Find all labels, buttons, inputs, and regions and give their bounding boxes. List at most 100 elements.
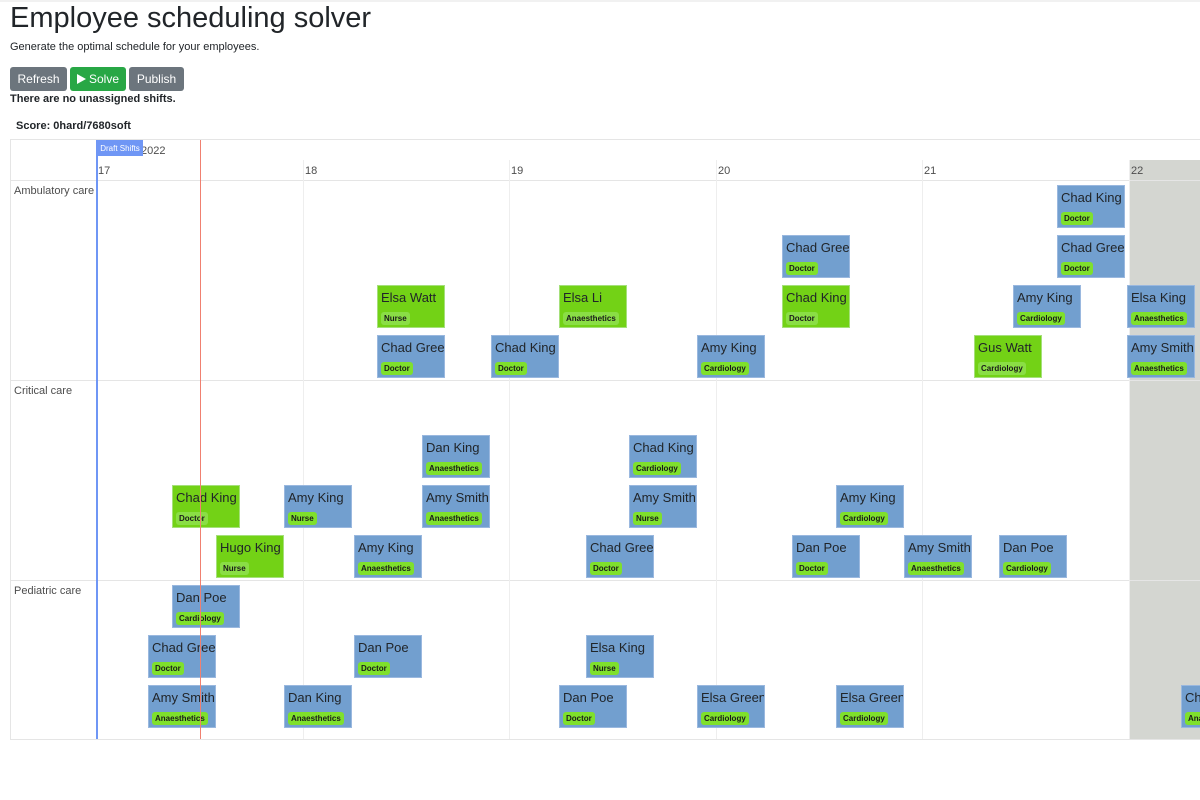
day-label: 20 (718, 165, 731, 177)
shift-skill-badge: Doctor (1061, 262, 1093, 275)
shift-skill-badge: Doctor (563, 712, 595, 725)
shift-employee-name: Elsa King (590, 640, 645, 655)
shift-employee-name: Dan Poe (176, 590, 227, 605)
shift-card[interactable]: Dan PoeCardiology (172, 585, 240, 628)
day-label: 18 (305, 165, 318, 177)
shift-employee-name: Amy King (840, 490, 896, 505)
shift-skill-badge: Cardiology (1017, 312, 1065, 325)
shift-skill-badge: Cardiology (701, 362, 749, 375)
shift-skill-badge: Anaesthetics (563, 312, 619, 325)
group-label-critical: Critical care (14, 385, 73, 397)
shift-skill-badge: Anaesthetics (1131, 312, 1187, 325)
shift-employee-name: Chad King (1061, 190, 1122, 205)
publish-button[interactable]: Publish (129, 67, 184, 91)
shift-employee-name: Elsa Green (840, 690, 904, 705)
shift-skill-badge: Nurse (633, 512, 662, 525)
day-gridline (922, 160, 923, 739)
shift-card[interactable]: Chad Green Doctor (1057, 235, 1125, 278)
shift-employee-name: Chad Green (381, 340, 445, 355)
shift-employee-name: Chad Green (590, 540, 654, 555)
day-gridline (509, 160, 510, 739)
shift-card[interactable]: Dan King Anaesthetics (422, 435, 490, 478)
shift-card[interactable]: Elsa Green Cardiology (836, 685, 904, 728)
shift-employee-name: Amy King (701, 340, 757, 355)
shift-card[interactable]: Elsa King Anaesthetics (1127, 285, 1195, 328)
shift-skill-badge: Anaesthetics (1185, 712, 1200, 725)
shift-card[interactable]: Amy Smith Nurse (629, 485, 697, 528)
shift-card[interactable]: Amy King Nurse (284, 485, 352, 528)
shift-skill-badge: Nurse (220, 562, 249, 575)
schedule-timeline[interactable]: 2022 Ambulatory care Critical care Pedia… (10, 139, 1200, 740)
shift-skill-badge: Cardiology (978, 362, 1026, 375)
shift-employee-name: Amy Smith (908, 540, 971, 555)
day-gridline (1129, 160, 1130, 739)
refresh-button[interactable]: Refresh (10, 67, 67, 91)
shift-card[interactable]: Amy Smith Anaesthetics (1127, 335, 1195, 378)
weekend-shading (1130, 160, 1200, 739)
draft-shifts-marker-line[interactable] (96, 140, 98, 739)
shift-employee-name: Amy Smith (633, 490, 696, 505)
shift-card[interactable]: Hugo King Nurse (216, 535, 284, 578)
shift-card[interactable]: Elsa Green Cardiology (697, 685, 765, 728)
solve-button[interactable]: Solve (70, 67, 126, 91)
page-title: Employee scheduling solver (10, 2, 372, 34)
shift-employee-name: Elsa Li (563, 290, 603, 305)
year-label: 2022 (141, 145, 166, 157)
shift-card[interactable]: Dan King Anaesthetics (284, 685, 352, 728)
shift-skill-badge: Anaesthetics (426, 512, 482, 525)
shift-skill-badge: Anaesthetics (288, 712, 344, 725)
day-label: 19 (511, 165, 524, 177)
shift-card[interactable]: Elsa Li Anaesthetics (559, 285, 627, 328)
shift-skill-badge: Cardiology (840, 712, 888, 725)
shift-card[interactable]: Chad King Cardiology (629, 435, 697, 478)
shift-skill-badge: Anaesthetics (1131, 362, 1187, 375)
shift-card[interactable]: Chad King Doctor (172, 485, 240, 528)
shift-skill-badge: Nurse (288, 512, 317, 525)
shift-card[interactable]: Chad Green Doctor (782, 235, 850, 278)
shift-card[interactable]: Amy Smith Anaesthetics (904, 535, 972, 578)
shift-card[interactable]: Amy King Cardiology (836, 485, 904, 528)
shift-employee-name: Chad King (176, 490, 237, 505)
solve-label: Solve (88, 72, 120, 86)
shift-skill-badge: Cardiology (840, 512, 888, 525)
shift-skill-badge: Cardiology (1003, 562, 1051, 575)
shift-skill-badge: Anaesthetics (908, 562, 964, 575)
unassigned-status: There are no unassigned shifts. (10, 93, 176, 105)
shift-card[interactable]: Amy King Anaesthetics (354, 535, 422, 578)
shift-employee-name: Amy Smith (426, 490, 489, 505)
page-subtitle: Generate the optimal schedule for your e… (10, 41, 260, 53)
shift-card[interactable]: Chad Green Doctor (586, 535, 654, 578)
shift-card[interactable]: Amy Smith Anaesthetics (422, 485, 490, 528)
shift-card[interactable]: Chad King Doctor (1057, 185, 1125, 228)
shift-skill-badge: Nurse (381, 312, 410, 325)
shift-card[interactable]: Dan PoeCardiology (999, 535, 1067, 578)
shift-employee-name: Dan Poe (358, 640, 409, 655)
shift-card[interactable]: Amy King Cardiology (697, 335, 765, 378)
shift-card[interactable]: Dan Poe Doctor (354, 635, 422, 678)
shift-employee-name: Chad King (495, 340, 556, 355)
shift-employee-name: Amy King (1017, 290, 1073, 305)
score-label: Score: 0hard/7680soft (16, 120, 131, 132)
shift-card[interactable]: Dan Poe Doctor (559, 685, 627, 728)
shift-card[interactable]: Elsa King Nurse (586, 635, 654, 678)
shift-card[interactable]: Amy King Cardiology (1013, 285, 1081, 328)
shift-card[interactable]: Chad King Doctor (782, 285, 850, 328)
shift-employee-name: Dan Poe (563, 690, 614, 705)
shift-card[interactable]: Elsa Watt Nurse (377, 285, 445, 328)
shift-skill-badge: Nurse (590, 662, 619, 675)
shift-card[interactable]: Chad King Doctor (491, 335, 559, 378)
shift-card[interactable]: Chad King Anaesthetics (1181, 685, 1200, 728)
shift-employee-name: Dan King (426, 440, 480, 455)
shift-skill-badge: Doctor (381, 362, 413, 375)
shift-skill-badge: Doctor (786, 262, 818, 275)
shift-card[interactable]: Amy Smith Anaesthetics (148, 685, 216, 728)
shift-card[interactable]: Dan Poe Doctor (792, 535, 860, 578)
group-separator (11, 380, 1200, 381)
play-icon (76, 74, 86, 84)
shift-skill-badge: Cardiology (633, 462, 681, 475)
draft-shifts-marker[interactable]: Draft Shifts (97, 140, 143, 156)
shift-card[interactable]: Gus Watt Cardiology (974, 335, 1042, 378)
shift-card[interactable]: Chad Green Doctor (377, 335, 445, 378)
shift-employee-name: Dan Poe (796, 540, 847, 555)
shift-card[interactable]: Chad Green Doctor (148, 635, 216, 678)
